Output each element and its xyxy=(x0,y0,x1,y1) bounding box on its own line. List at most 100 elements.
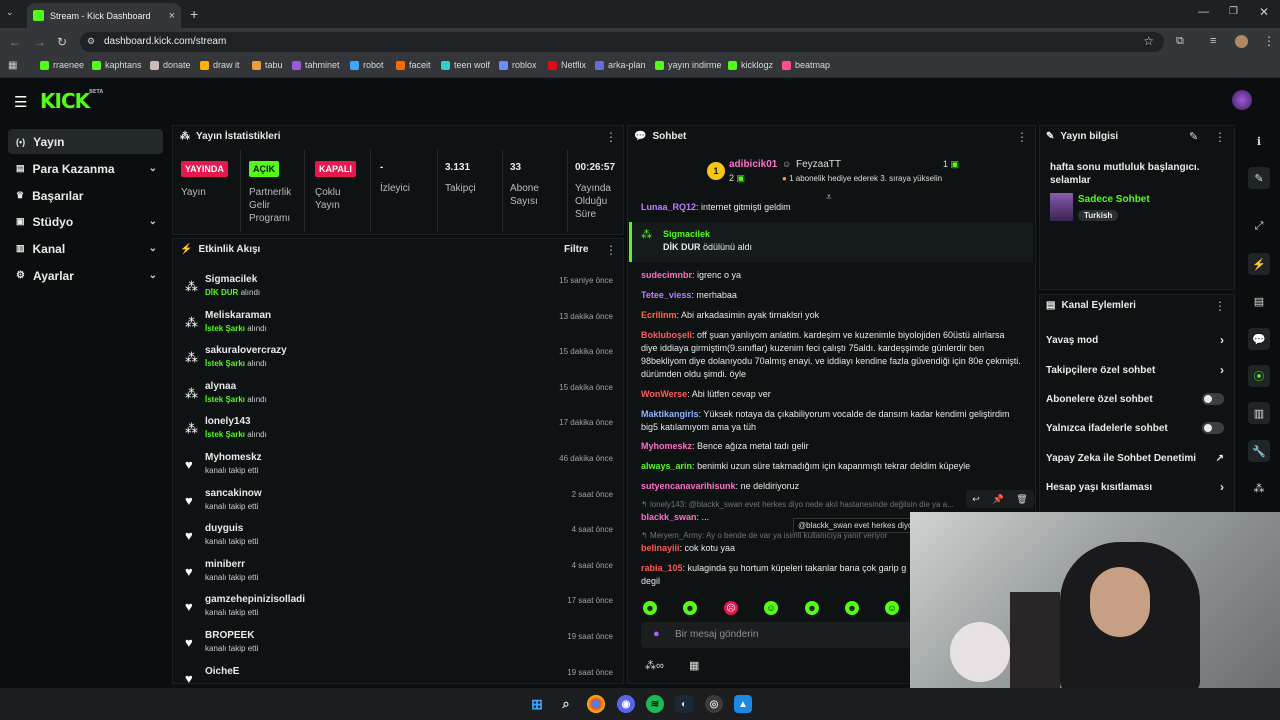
stream-info-menu-icon[interactable]: ⋮ xyxy=(1214,130,1226,144)
apps-grid-icon[interactable]: ▦ xyxy=(8,60,17,71)
feed-username[interactable]: miniberr xyxy=(205,559,245,570)
lightning-panel-icon[interactable]: ⚡ xyxy=(1248,253,1270,275)
app-icon[interactable]: ▲ xyxy=(734,695,752,713)
mic-icon[interactable]: ● xyxy=(653,628,660,640)
feed-username[interactable]: gamzehepinizisolladi xyxy=(205,594,305,605)
chat-menu-icon[interactable]: ⋮ xyxy=(1016,130,1028,144)
chat-username[interactable]: sudecimnbr xyxy=(641,270,692,280)
feed-username[interactable]: OicheE xyxy=(205,666,239,677)
reload-icon[interactable]: ↻ xyxy=(57,35,67,49)
bookmark-item[interactable]: roblox xyxy=(499,60,537,70)
search-icon[interactable]: ⌕ xyxy=(557,695,575,713)
tab-search-icon[interactable]: ⌄ xyxy=(6,7,20,21)
top-gifter-name[interactable]: adibicik01 xyxy=(729,159,777,170)
subscribers-only-toggle[interactable] xyxy=(1202,393,1224,405)
sidebar-item-para-kazanma[interactable]: ▤ Para Kazanma ⌄ xyxy=(8,156,163,181)
browser-tab[interactable]: Stream - Kick Dashboard × xyxy=(27,3,181,28)
user-avatar[interactable] xyxy=(1232,90,1252,110)
window-maximize-icon[interactable]: ❐ xyxy=(1229,6,1238,17)
forward-icon[interactable]: → xyxy=(34,35,46,49)
sidebar-item-basarilar[interactable]: ♛ Başarılar xyxy=(8,183,163,208)
spotify-icon[interactable]: ≋ xyxy=(646,695,664,713)
windows-start-icon[interactable]: ⊞ xyxy=(528,695,546,713)
feed-username[interactable]: BROPEEK xyxy=(205,630,254,641)
emote-icon[interactable]: ☹ xyxy=(724,601,738,615)
sidebar-item-ayarlar[interactable]: ⚙ Ayarlar ⌄ xyxy=(8,263,163,288)
browser-menu-icon[interactable]: ⋮ xyxy=(1263,34,1275,48)
discord-icon[interactable]: ◉ xyxy=(617,695,635,713)
account-age-option[interactable]: Hesap yaşı kısıtlaması › xyxy=(1046,478,1228,496)
emote-icon[interactable]: ☺ xyxy=(885,601,899,615)
document-icon[interactable]: ▤ xyxy=(1248,290,1270,312)
new-tab-button[interactable]: + xyxy=(190,6,198,22)
fullscreen-icon[interactable]: ⤢ xyxy=(1248,215,1270,237)
steam-icon[interactable]: ◐ xyxy=(675,695,693,713)
pin-icon[interactable]: 📌 xyxy=(992,494,1003,505)
community-icon[interactable]: ⁂ xyxy=(1248,477,1270,499)
feed-username[interactable]: lonely143 xyxy=(205,416,251,427)
media-icon[interactable]: ≡ xyxy=(1210,35,1216,47)
emote-icon[interactable]: ☻ xyxy=(805,601,819,615)
bookmark-item[interactable]: teen wolf xyxy=(441,60,490,70)
broadcast-panel-icon[interactable]: ⦿ xyxy=(1248,365,1270,387)
emotes-only-option[interactable]: Yalnızca ifadelerle sohbet xyxy=(1046,419,1228,437)
reply-icon[interactable]: ↩ xyxy=(972,494,980,505)
bookmark-item[interactable]: beatmap xyxy=(782,60,830,70)
emote-icon[interactable]: ☻ xyxy=(643,601,657,615)
feed-menu-icon[interactable]: ⋮ xyxy=(605,243,617,257)
stats-menu-icon[interactable]: ⋮ xyxy=(605,130,617,144)
chat-username[interactable]: Myhomeskz xyxy=(641,441,692,451)
bookmark-item[interactable]: donate xyxy=(150,60,191,70)
profile-avatar[interactable] xyxy=(1235,35,1248,48)
chat-username[interactable]: Ecrilinm xyxy=(641,310,677,320)
sidebar-item-yayin[interactable]: (•) Yayın xyxy=(8,129,163,154)
chat-username[interactable]: Tetee_viess xyxy=(641,290,691,300)
bookmark-item[interactable]: kicklogz xyxy=(728,60,773,70)
slow-mode-option[interactable]: Yavaş mod › xyxy=(1046,331,1228,349)
gifter-name[interactable]: FeyzaaTT xyxy=(796,159,841,170)
list-panel-icon[interactable]: ▥ xyxy=(1248,402,1270,424)
bookmark-item[interactable]: draw it xyxy=(200,60,240,70)
chrome-icon[interactable] xyxy=(587,695,605,713)
back-icon[interactable]: ← xyxy=(9,35,21,49)
edit-panel-icon[interactable]: ✎ xyxy=(1248,167,1270,189)
address-bar[interactable]: ⚙ dashboard.kick.com/stream ☆ xyxy=(80,32,1164,52)
feed-username[interactable]: Meliskaraman xyxy=(205,310,271,321)
ai-moderation-option[interactable]: Yapay Zeka ile Sohbet Denetimi ↗ xyxy=(1046,449,1228,467)
chat-panel-icon[interactable]: 💬 xyxy=(1248,328,1270,350)
tab-close-icon[interactable]: × xyxy=(169,10,175,22)
feed-username[interactable]: sancakinow xyxy=(205,488,262,499)
bookmark-item[interactable]: rraenee xyxy=(40,60,84,70)
bookmark-item[interactable]: tabu xyxy=(252,60,283,70)
feed-username[interactable]: Sigmacilek xyxy=(205,274,257,285)
chat-input[interactable]: ● Bir mesaj gönderin xyxy=(641,622,911,648)
bookmark-item[interactable]: kaphtans xyxy=(92,60,142,70)
bookmark-item[interactable]: tahminet xyxy=(292,60,340,70)
channel-actions-menu-icon[interactable]: ⋮ xyxy=(1214,299,1226,313)
feed-username[interactable]: duyguis xyxy=(205,523,243,534)
emotes-only-toggle[interactable] xyxy=(1202,422,1224,434)
bookmark-item[interactable]: robot xyxy=(350,60,384,70)
bookmark-item[interactable]: yayın indirme xyxy=(655,60,722,70)
bookmark-item[interactable]: arka-plan xyxy=(595,60,646,70)
edit-icon[interactable]: ✎ xyxy=(1189,130,1198,143)
filter-button[interactable]: Filtre xyxy=(564,244,588,255)
feed-username[interactable]: Myhomeskz xyxy=(205,452,262,463)
obs-icon[interactable]: ◎ xyxy=(705,695,723,713)
wrench-panel-icon[interactable]: 🔧 xyxy=(1248,440,1270,462)
chat-username[interactable]: always_arin xyxy=(641,461,692,471)
chat-username[interactable]: sutyencanavarihisunk xyxy=(641,481,736,491)
feed-username[interactable]: alynaa xyxy=(205,381,236,392)
info-icon[interactable]: ℹ xyxy=(1248,130,1270,152)
subscribers-only-option[interactable]: Abonelere özel sohbet xyxy=(1046,390,1228,408)
chat-username[interactable]: WonWerse xyxy=(641,389,687,399)
feed-username[interactable]: sakuralovercrazy xyxy=(205,345,287,356)
chat-username[interactable]: Maktikangirls xyxy=(641,409,699,419)
hamburger-menu-icon[interactable]: ☰ xyxy=(14,93,27,111)
emote-icon[interactable]: ☺ xyxy=(764,601,778,615)
emote-icon[interactable]: ☻ xyxy=(683,601,697,615)
bookmark-item[interactable]: Netflix xyxy=(548,60,586,70)
extensions-icon[interactable]: ⧉ xyxy=(1176,35,1184,48)
window-minimize-icon[interactable]: — xyxy=(1198,6,1209,18)
store-icon[interactable]: ▦ xyxy=(689,659,699,672)
